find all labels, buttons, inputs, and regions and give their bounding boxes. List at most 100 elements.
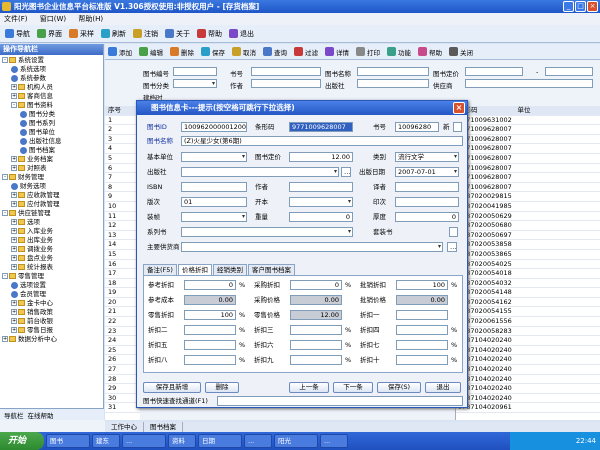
record-toolbar-button-2[interactable]: 删除 bbox=[167, 45, 197, 59]
toolbar-button-3[interactable]: 刷新 bbox=[98, 27, 129, 41]
barcode-cell[interactable]: 9787020041985 bbox=[456, 202, 600, 212]
filter-publisher-input[interactable] bbox=[357, 79, 429, 88]
barcode-cell[interactable]: 9787020053865 bbox=[456, 250, 600, 260]
barcode-cell[interactable]: 9787020050629 bbox=[456, 212, 600, 222]
minimize-button[interactable]: _ bbox=[563, 1, 574, 12]
taskbar-item[interactable]: ... bbox=[122, 434, 166, 448]
filter-supplier-input[interactable] bbox=[465, 79, 593, 88]
expand-icon[interactable]: + bbox=[11, 327, 17, 333]
nav-item[interactable]: + 数据分析中心 bbox=[0, 335, 103, 344]
nav-item[interactable]: + 出库业务 bbox=[0, 236, 103, 245]
price-field-input[interactable]: 0.00 bbox=[396, 295, 448, 305]
nav-item[interactable]: - 图书资料 bbox=[0, 101, 103, 110]
barcode-cell[interactable]: 9787020054155 bbox=[456, 307, 600, 318]
taskbar-item[interactable]: 阳光 bbox=[274, 434, 318, 448]
nav-item[interactable]: 财务选项 bbox=[0, 182, 103, 191]
record-toolbar-button-10[interactable]: 帮助 bbox=[415, 45, 445, 59]
start-button[interactable]: 开始 bbox=[0, 432, 44, 450]
package-checkbox[interactable] bbox=[449, 227, 458, 237]
nav-item[interactable]: - 供应链管理 bbox=[0, 209, 103, 218]
next-record-button[interactable]: 下一条 bbox=[333, 382, 373, 393]
barcode-cell[interactable]: 9787020054162 bbox=[456, 298, 600, 308]
expand-icon[interactable]: - bbox=[11, 102, 17, 108]
record-toolbar-button-7[interactable]: 详情 bbox=[322, 45, 352, 59]
record-toolbar-button-1[interactable]: 编辑 bbox=[136, 45, 166, 59]
book-name-input[interactable]: (Z)火星少女(第6期) bbox=[181, 136, 463, 146]
barcode-cell[interactable]: 9787020050697 bbox=[456, 231, 600, 241]
price-field-input[interactable] bbox=[290, 340, 342, 350]
supplier-lookup-button[interactable]: … bbox=[447, 242, 457, 252]
barcode-cell[interactable]: 9771009631002 bbox=[456, 116, 600, 126]
prev-record-button[interactable]: 上一条 bbox=[289, 382, 329, 393]
book-id-input[interactable]: 100962000001200000 bbox=[181, 122, 247, 132]
price-field-input[interactable] bbox=[396, 325, 448, 335]
expand-icon[interactable]: + bbox=[11, 255, 17, 261]
barcode-cell[interactable]: 9771009628007 bbox=[456, 164, 600, 174]
tab-work-center[interactable]: 工作中心 bbox=[105, 422, 144, 432]
edition-input[interactable]: 01 bbox=[181, 197, 247, 207]
print-input[interactable] bbox=[395, 197, 459, 207]
taskbar-item[interactable]: 图书 bbox=[46, 434, 90, 448]
unit-select[interactable] bbox=[181, 152, 247, 162]
nav-item[interactable]: 图书系列 bbox=[0, 119, 103, 128]
nav-item[interactable]: + 入库业务 bbox=[0, 227, 103, 236]
record-toolbar-button-5[interactable]: 查询 bbox=[260, 45, 290, 59]
save-button[interactable]: 保存(S) bbox=[377, 382, 421, 393]
taskbar-item[interactable]: 资料 bbox=[168, 434, 196, 448]
tab-notes[interactable]: 备注(F5) bbox=[143, 264, 177, 275]
thickness-input[interactable]: 0 bbox=[395, 212, 459, 222]
filter-price-from[interactable] bbox=[465, 67, 523, 76]
barcode-cell[interactable]: 9771009628007 bbox=[456, 135, 600, 145]
barcode-cell[interactable]: 9787104020240 bbox=[456, 384, 600, 394]
filter-isbn-input[interactable] bbox=[251, 67, 321, 76]
barcode-cell[interactable]: 9787020061556 bbox=[456, 317, 600, 327]
nav-item[interactable]: + 金卡中心 bbox=[0, 299, 103, 308]
price-field-input[interactable]: 12.00 bbox=[290, 310, 342, 320]
barcode-cell[interactable]: 9787104020240 bbox=[456, 365, 600, 375]
nav-item[interactable]: 出版社信息 bbox=[0, 137, 103, 146]
price-field-input[interactable] bbox=[184, 340, 236, 350]
price-field-input[interactable] bbox=[290, 355, 342, 365]
price-field-input[interactable] bbox=[396, 340, 448, 350]
barcode-cell[interactable]: 9787020050680 bbox=[456, 221, 600, 231]
record-toolbar-button-11[interactable]: 关闭 bbox=[446, 45, 476, 59]
expand-icon[interactable]: + bbox=[11, 237, 17, 243]
expand-icon[interactable]: - bbox=[2, 210, 8, 216]
nav-item[interactable]: + 盘点业务 bbox=[0, 254, 103, 263]
toolbar-button-2[interactable]: 采样 bbox=[66, 27, 97, 41]
menu-file[interactable]: 文件(F) bbox=[4, 15, 28, 23]
record-toolbar-button-4[interactable]: 取消 bbox=[229, 45, 259, 59]
nav-item[interactable]: 系统选项 bbox=[0, 65, 103, 74]
price-field-input[interactable]: 0.00 bbox=[184, 295, 236, 305]
tab-online-help[interactable]: 在线帮助 bbox=[28, 410, 54, 420]
dialog-close-button[interactable]: × bbox=[453, 102, 465, 114]
new-checkbox[interactable] bbox=[453, 122, 462, 132]
toolbar-button-0[interactable]: 导航 bbox=[2, 27, 33, 41]
barcode-input[interactable]: 9771009628007 bbox=[289, 122, 353, 132]
nav-item[interactable]: + 对照表 bbox=[0, 164, 103, 173]
barcode-cell[interactable]: 9771009628007 bbox=[456, 173, 600, 183]
barcode-cell[interactable]: 9787104020240 bbox=[456, 394, 600, 404]
nav-item[interactable]: - 系统设置 bbox=[0, 56, 103, 65]
barcode-cell[interactable]: 9787020054148 bbox=[456, 288, 600, 298]
nav-item[interactable]: + 机构人员 bbox=[0, 83, 103, 92]
series-select[interactable] bbox=[181, 227, 353, 237]
price-field-input[interactable]: 0.00 bbox=[290, 295, 342, 305]
toolbar-button-6[interactable]: 帮助 bbox=[194, 27, 225, 41]
record-toolbar-button-0[interactable]: 添加 bbox=[105, 45, 135, 59]
price-field-input[interactable] bbox=[184, 325, 236, 335]
price-field-input[interactable] bbox=[184, 355, 236, 365]
nav-item[interactable]: + 统计报表 bbox=[0, 263, 103, 272]
nav-item[interactable]: + 业务档案 bbox=[0, 155, 103, 164]
maximize-button[interactable]: □ bbox=[575, 1, 586, 12]
nav-item[interactable]: - 财务管理 bbox=[0, 173, 103, 182]
expand-icon[interactable]: + bbox=[11, 93, 17, 99]
barcode-cell[interactable]: 9771009628007 bbox=[456, 183, 600, 193]
tab-navigation[interactable]: 导航栏 bbox=[4, 410, 24, 420]
isbn-no-input[interactable]: 10096280 bbox=[395, 122, 439, 132]
nav-item[interactable]: + 前台收银 bbox=[0, 317, 103, 326]
toolbar-button-4[interactable]: 注销 bbox=[130, 27, 161, 41]
barcode-cell[interactable]: 9771009628007 bbox=[456, 154, 600, 164]
barcode-cell[interactable]: 9771009628007 bbox=[456, 144, 600, 154]
expand-icon[interactable]: + bbox=[11, 219, 17, 225]
